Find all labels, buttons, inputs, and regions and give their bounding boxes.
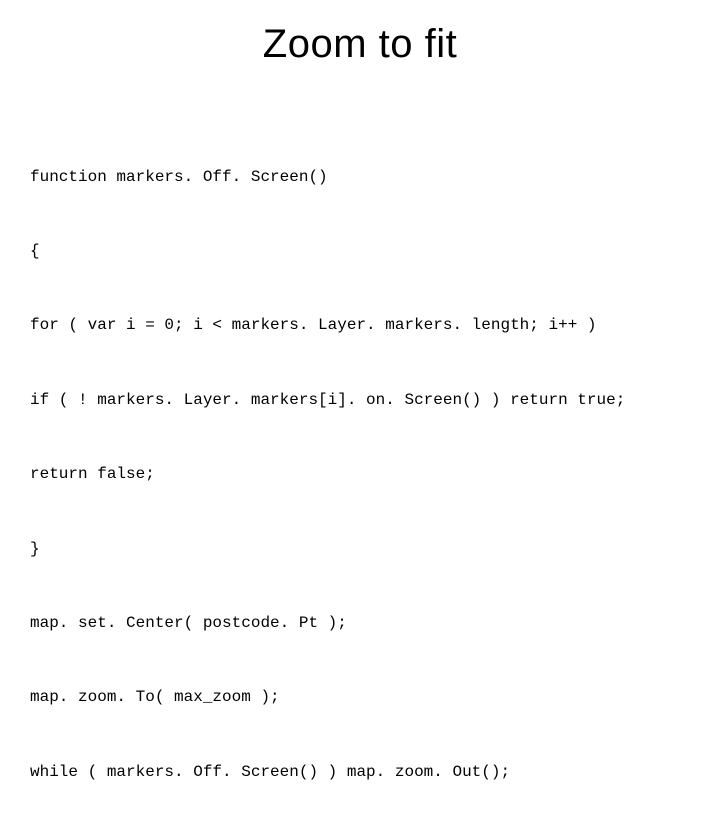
code-line: return false;	[30, 462, 690, 487]
slide: Zoom to fit function markers. Off. Scree…	[0, 0, 720, 540]
code-line: map. zoom. To( max_zoom );	[30, 685, 690, 710]
code-block: function markers. Off. Screen() { for ( …	[30, 115, 690, 834]
code-line: {	[30, 239, 690, 264]
code-line: map. set. Center( postcode. Pt );	[30, 611, 690, 636]
code-line: while ( markers. Off. Screen() ) map. zo…	[30, 760, 690, 785]
code-line: }	[30, 537, 690, 562]
code-line: if ( ! markers. Layer. markers[i]. on. S…	[30, 388, 690, 413]
code-line: function markers. Off. Screen()	[30, 165, 690, 190]
code-line: for ( var i = 0; i < markers. Layer. mar…	[30, 313, 690, 338]
slide-title: Zoom to fit	[30, 22, 690, 67]
